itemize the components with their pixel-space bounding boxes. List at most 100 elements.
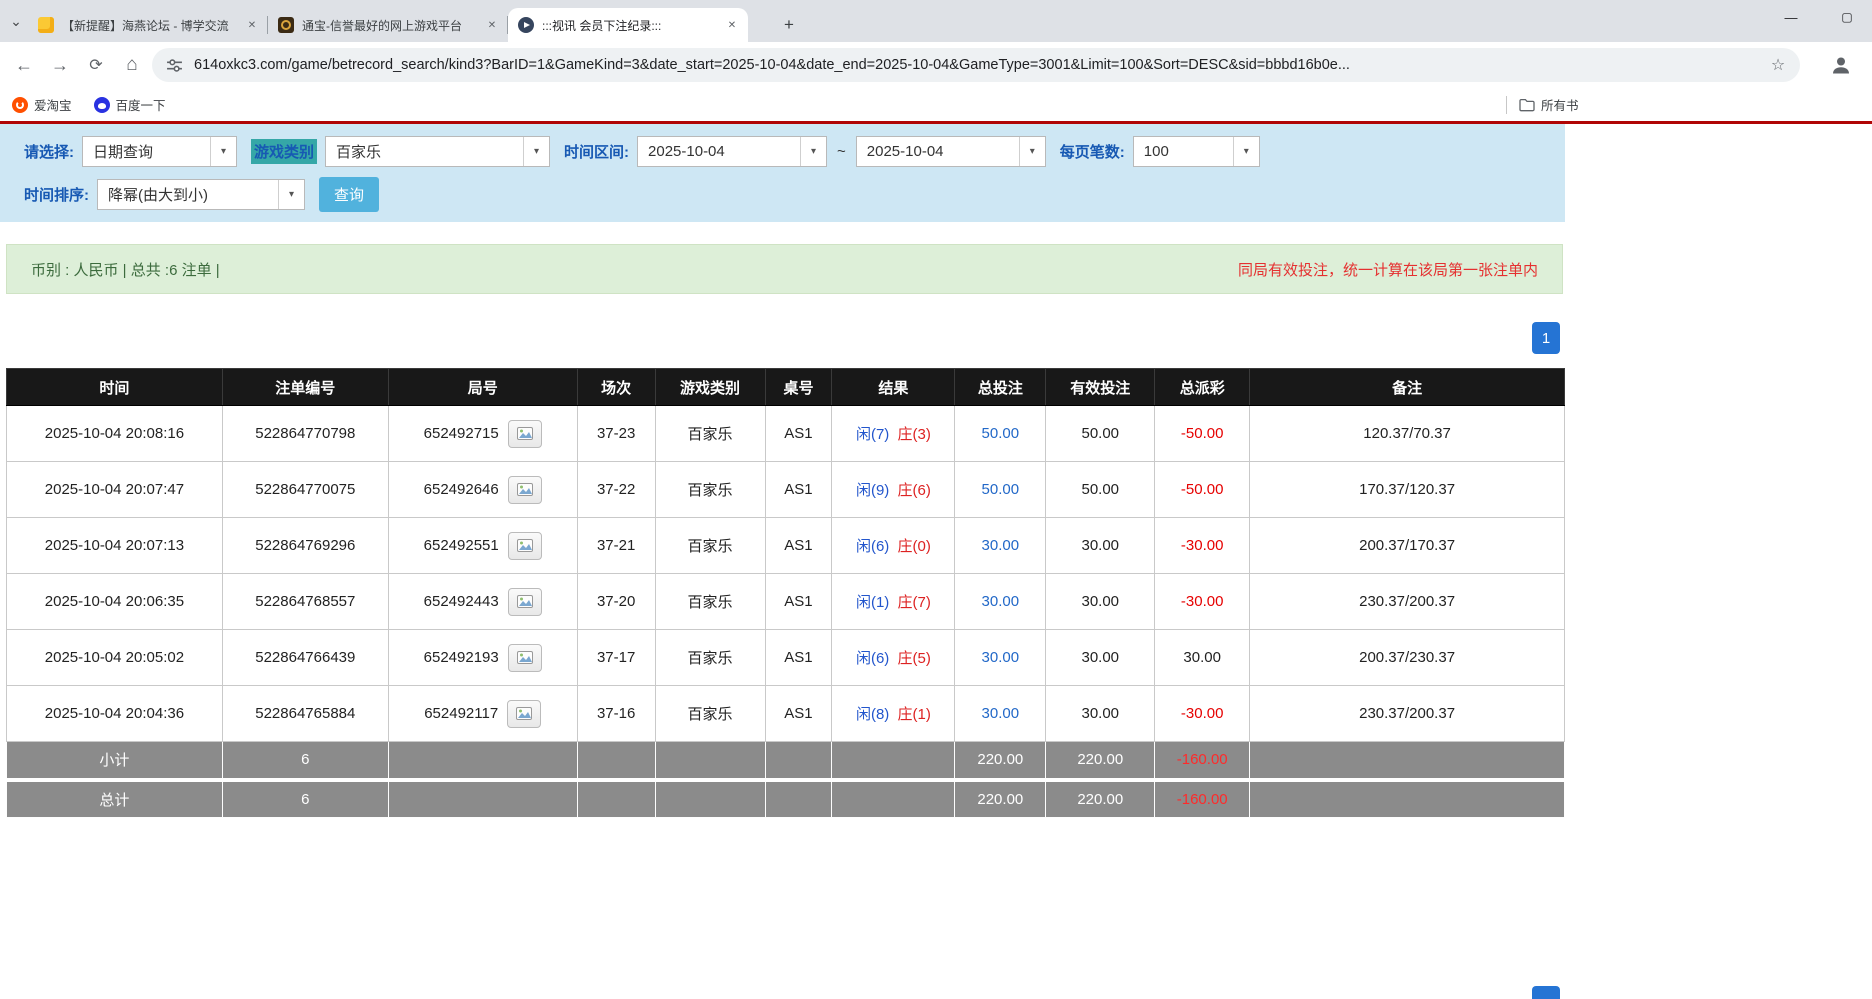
game-record-image-button[interactable] — [508, 644, 542, 672]
game-record-image-button[interactable] — [507, 700, 541, 728]
tab-close-icon[interactable]: ✕ — [484, 17, 500, 33]
game-category-label: 游戏类别 — [251, 139, 317, 164]
cell-total-bet[interactable]: 30.00 — [955, 686, 1046, 742]
selected-value: 日期查询 — [83, 141, 163, 162]
cell-total-bet[interactable]: 30.00 — [955, 518, 1046, 574]
baidu-icon — [94, 97, 110, 113]
tab-close-icon[interactable]: ✕ — [244, 17, 260, 33]
round-number: 652492117 — [424, 705, 498, 722]
browser-tab-3-active[interactable]: :::视讯 会员下注纪录::: ✕ — [508, 8, 748, 42]
forward-icon[interactable]: → — [44, 49, 76, 81]
cell-valid-bet: 50.00 — [1046, 406, 1155, 462]
round-number: 652492551 — [424, 537, 499, 554]
all-bookmarks-button[interactable]: 所有书 — [1506, 95, 1579, 114]
game-record-image-button[interactable] — [508, 532, 542, 560]
header-note: 备注 — [1250, 369, 1565, 406]
photo-icon — [517, 427, 533, 440]
window-maximize-button[interactable]: ▢ — [1824, 0, 1870, 34]
per-page-select[interactable]: 100 ▾ — [1133, 136, 1260, 167]
reload-icon[interactable]: ⟳ — [80, 49, 112, 81]
selected-value: 百家乐 — [326, 141, 391, 162]
selected-value: 2025-10-04 — [857, 143, 954, 160]
back-icon[interactable]: ← — [8, 49, 40, 81]
cell-session: 37-17 — [577, 630, 655, 686]
round-number: 652492715 — [424, 425, 499, 442]
cell-total-bet[interactable]: 50.00 — [955, 462, 1046, 518]
cell-valid-bet: 30.00 — [1046, 518, 1155, 574]
game-record-image-button[interactable] — [508, 476, 542, 504]
cell-bet-id: 522864770075 — [222, 462, 388, 518]
cell-total-bet[interactable]: 50.00 — [955, 406, 1046, 462]
browser-toolbar: ← → ⟳ ⌂ 614oxkc3.com/game/betrecord_sear… — [0, 42, 1872, 88]
cell-time: 2025-10-04 20:06:35 — [7, 574, 223, 630]
photo-icon — [517, 483, 533, 496]
table-row: 2025-10-04 20:04:36 522864765884 6524921… — [7, 686, 1565, 742]
new-tab-button[interactable]: + — [776, 12, 802, 38]
cell-session: 37-21 — [577, 518, 655, 574]
address-bar[interactable]: 614oxkc3.com/game/betrecord_search/kind3… — [152, 48, 1800, 82]
table-row: 2025-10-04 20:08:16 522864770798 6524927… — [7, 406, 1565, 462]
cell-round: 652492193 — [388, 630, 577, 686]
cell-result: 闲(6) 庄(5) — [832, 630, 955, 686]
bet-records-table: 时间 注单编号 局号 场次 游戏类别 桌号 结果 总投注 有效投注 总派彩 备注… — [6, 368, 1565, 818]
select-type-label: 请选择: — [24, 141, 74, 162]
cell-game: 百家乐 — [655, 406, 765, 462]
all-bookmarks-label: 所有书 — [1541, 95, 1579, 114]
photo-icon — [517, 651, 533, 664]
cell-total-bet[interactable]: 30.00 — [955, 574, 1046, 630]
game-category-select[interactable]: 百家乐 ▾ — [325, 136, 550, 167]
game-record-image-button[interactable] — [508, 420, 542, 448]
search-button[interactable]: 查询 — [319, 177, 379, 212]
game-record-image-button[interactable] — [508, 588, 542, 616]
result-player: 闲(9) — [856, 482, 889, 499]
cell-result: 闲(6) 庄(0) — [832, 518, 955, 574]
header-total-bet: 总投注 — [955, 369, 1046, 406]
tab-close-icon[interactable]: ✕ — [724, 17, 740, 33]
cell-table: AS1 — [765, 462, 832, 518]
time-sort-select[interactable]: 降幂(由大到小) ▾ — [97, 179, 305, 210]
tab-search-chevron-icon[interactable]: ⌄ — [6, 10, 26, 32]
divider — [1506, 96, 1507, 114]
bookmark-baidu[interactable]: 百度一下 — [94, 95, 166, 114]
tab-strip: ⌄ 【新提醒】海燕论坛 - 博学交流 ✕ 通宝-信誉最好的网上游戏平台 ✕ ::… — [0, 0, 1872, 42]
page-1-button-bottom[interactable] — [1532, 986, 1560, 999]
page-1-button[interactable]: 1 — [1532, 322, 1560, 354]
browser-tab-1[interactable]: 【新提醒】海燕论坛 - 博学交流 ✕ — [28, 8, 268, 42]
filter-bar: 请选择: 日期查询 ▾ 游戏类别 百家乐 ▾ 时间区间: 2025-10-04 … — [0, 124, 1565, 222]
profile-avatar[interactable] — [1826, 50, 1856, 80]
cell-note: 120.37/70.37 — [1250, 406, 1565, 462]
cell-round: 652492443 — [388, 574, 577, 630]
time-sort-label: 时间排序: — [24, 184, 89, 205]
cell-game: 百家乐 — [655, 574, 765, 630]
photo-icon — [517, 595, 533, 608]
subtotal-row: 小计 6 220.00 220.00 -160.00 — [7, 742, 1565, 780]
window-minimize-button[interactable]: — — [1768, 0, 1814, 34]
date-start-picker[interactable]: 2025-10-04 ▾ — [637, 136, 827, 167]
cell-total-bet[interactable]: 30.00 — [955, 630, 1046, 686]
browser-tab-2[interactable]: 通宝-信誉最好的网上游戏平台 ✕ — [268, 8, 508, 42]
selected-value: 100 — [1134, 143, 1179, 160]
cell-round: 652492551 — [388, 518, 577, 574]
grand-total-row: 总计 6 220.00 220.00 -160.00 — [7, 780, 1565, 818]
header-result: 结果 — [832, 369, 955, 406]
result-player: 闲(6) — [856, 650, 889, 667]
bookmark-star-icon[interactable]: ☆ — [1768, 55, 1788, 75]
chevron-down-icon: ▾ — [210, 137, 236, 166]
date-range-label: 时间区间: — [564, 141, 629, 162]
result-banker: 庄(1) — [897, 706, 930, 723]
photo-icon — [516, 707, 532, 720]
cell-table: AS1 — [765, 574, 832, 630]
bookmark-taobao[interactable]: 爱淘宝 — [12, 95, 72, 114]
bookmark-label: 百度一下 — [116, 95, 166, 114]
date-end-picker[interactable]: 2025-10-04 ▾ — [856, 136, 1046, 167]
chevron-down-icon: ▾ — [800, 137, 826, 166]
cell-table: AS1 — [765, 630, 832, 686]
chevron-down-icon: ▾ — [1233, 137, 1259, 166]
result-player: 闲(8) — [856, 706, 889, 723]
grand-total-count: 6 — [222, 780, 388, 818]
table-row: 2025-10-04 20:07:13 522864769296 6524925… — [7, 518, 1565, 574]
query-type-select[interactable]: 日期查询 ▾ — [82, 136, 237, 167]
site-info-icon[interactable] — [166, 57, 184, 74]
home-icon[interactable]: ⌂ — [116, 49, 148, 81]
chevron-down-icon: ▾ — [523, 137, 549, 166]
